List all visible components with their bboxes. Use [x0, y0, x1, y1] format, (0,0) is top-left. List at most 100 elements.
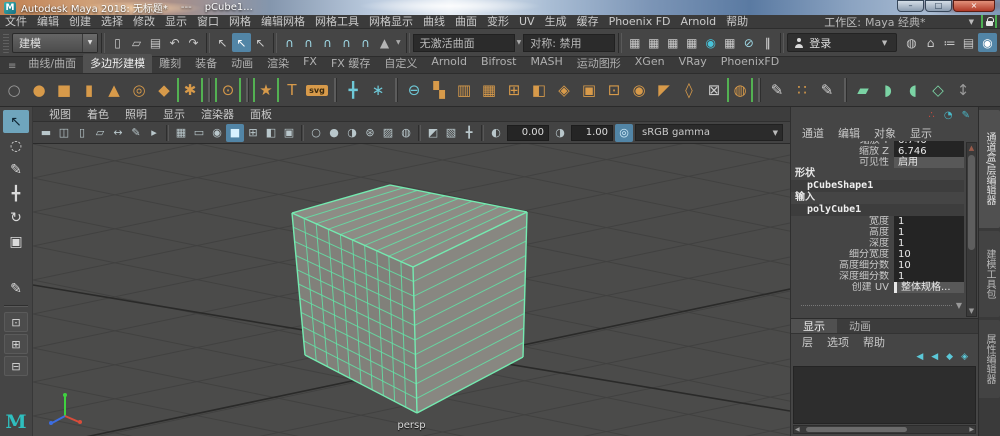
- menu-set-dropdown[interactable]: 建模 ▼: [12, 32, 98, 53]
- combine-icon[interactable]: ▥: [452, 77, 476, 103]
- channel-menu-item-2[interactable]: 对象: [867, 125, 903, 141]
- layer-move-down-icon[interactable]: ◀: [931, 352, 938, 362]
- layer-list-scrollbar[interactable]: ◀ ▶: [793, 425, 976, 434]
- channel-value[interactable]: 10: [894, 249, 964, 260]
- menu-item-19[interactable]: 帮助: [721, 15, 753, 28]
- poly-plane-icon[interactable]: ◆: [152, 77, 176, 103]
- exposure-icon[interactable]: ◐: [487, 124, 505, 142]
- poly-cylinder-icon[interactable]: ▮: [77, 77, 101, 103]
- 2d-pan-zoom-icon[interactable]: ↔: [109, 124, 127, 142]
- layer-menu-item-0[interactable]: 层: [795, 334, 820, 350]
- poly-platonic-icon[interactable]: ⊙: [215, 78, 241, 102]
- panel-menu-item-1[interactable]: 着色: [79, 106, 117, 122]
- channel-menu-item-3[interactable]: 显示: [903, 125, 939, 141]
- expression-editor-icon[interactable]: ✎: [962, 111, 970, 121]
- scroll-left-icon[interactable]: ◀: [795, 426, 800, 434]
- poly-cube-icon[interactable]: ■: [52, 77, 76, 103]
- side-tab-1[interactable]: 建模工具包: [979, 231, 1000, 317]
- grid-icon[interactable]: ▦: [172, 124, 190, 142]
- side-tab-2[interactable]: 属性编辑器: [979, 320, 1000, 398]
- symmetry-field[interactable]: 对称: 禁用: [523, 33, 616, 52]
- menu-item-0[interactable]: 文件: [0, 15, 32, 28]
- film-gate-icon[interactable]: ▭: [190, 124, 208, 142]
- channel-value[interactable]: 1: [894, 216, 964, 227]
- channel-box-toggle-icon[interactable]: ◉: [978, 33, 997, 52]
- render-frame-icon[interactable]: ▦: [644, 33, 663, 52]
- grease-pencil-icon[interactable]: ✎: [127, 124, 145, 142]
- resolution-gate-icon[interactable]: ◉: [208, 124, 226, 142]
- sculpt-sphere-icon[interactable]: ◍: [727, 78, 753, 102]
- rotate-tool[interactable]: ↻: [3, 206, 29, 229]
- camera-attributes-icon[interactable]: ◫: [55, 124, 73, 142]
- snap-to-view-plane-icon[interactable]: ∩: [356, 33, 375, 52]
- menu-item-11[interactable]: 曲线: [418, 15, 450, 28]
- snap-to-projected-center-icon[interactable]: ∩: [337, 33, 356, 52]
- select-by-component-icon[interactable]: ↖: [251, 33, 270, 52]
- layout-single-pane-button[interactable]: ⊡: [4, 312, 28, 332]
- svg-icon[interactable]: svg: [305, 77, 329, 103]
- active-surface-field[interactable]: 无激活曲面: [412, 33, 515, 52]
- layer-move-up-icon[interactable]: ◀: [916, 352, 923, 362]
- camera-gate-icon[interactable]: ▸: [145, 124, 163, 142]
- ao-icon[interactable]: ◍: [397, 124, 415, 142]
- bridge-icon[interactable]: ▣: [577, 77, 601, 103]
- layout-split-pane-button[interactable]: ⊟: [4, 356, 28, 376]
- channel-value[interactable]: 1: [894, 227, 964, 238]
- select-by-hierarchy-icon[interactable]: ↖: [213, 33, 232, 52]
- anim-curve-icon[interactable]: ◔: [944, 111, 953, 121]
- panel-menu-item-3[interactable]: 显示: [155, 106, 193, 122]
- sweep-mesh-icon[interactable]: ⊖: [402, 77, 426, 103]
- chevron-down-icon[interactable]: ▼: [515, 39, 524, 46]
- menu-item-3[interactable]: 选择: [96, 15, 128, 28]
- paint-select-tool[interactable]: ✎: [3, 158, 29, 181]
- mirror-icon[interactable]: ⊠: [702, 77, 726, 103]
- select-camera-icon[interactable]: ▬: [37, 124, 55, 142]
- channel-label[interactable]: 深度: [791, 238, 894, 249]
- channel-node-name[interactable]: pCubeShape1: [791, 180, 964, 192]
- channel-label[interactable]: 高度细分数: [791, 260, 894, 271]
- shelf-tab-2[interactable]: 雕刻: [152, 54, 188, 73]
- shelf-tab-6[interactable]: FX: [296, 54, 324, 73]
- construction-pivot-icon[interactable]: ╋: [341, 77, 365, 103]
- poly-sphere-icon[interactable]: ●: [27, 77, 51, 103]
- tool-settings-toggle-icon[interactable]: ≔: [940, 33, 959, 52]
- snap-to-curve-icon[interactable]: ∩: [299, 33, 318, 52]
- menu-item-4[interactable]: 修改: [128, 15, 160, 28]
- render-view-icon[interactable]: ▦: [625, 33, 644, 52]
- scrollbar-thumb[interactable]: [806, 427, 908, 432]
- target-weld-icon[interactable]: ◤: [652, 77, 676, 103]
- expand-arrow-icon[interactable]: ▼: [956, 301, 962, 310]
- move-tool[interactable]: ╋: [3, 182, 29, 205]
- shelf-tab-1[interactable]: 多边形建模: [83, 54, 153, 73]
- shelf-tab-13[interactable]: XGen: [628, 54, 672, 73]
- render-settings-icon[interactable]: ◉: [701, 33, 720, 52]
- shelf-tab-5[interactable]: 渲染: [260, 54, 296, 73]
- snap-to-grid-icon[interactable]: ∩: [280, 33, 299, 52]
- channel-label[interactable]: 可见性: [791, 157, 894, 168]
- scroll-down-icon[interactable]: ▼: [967, 307, 976, 315]
- safe-title-icon[interactable]: ▣: [280, 124, 298, 142]
- bookmark-icon[interactable]: ▯: [73, 124, 91, 142]
- channel-label[interactable]: 宽度: [791, 216, 894, 227]
- panel-menu-item-4[interactable]: 渲染器: [193, 106, 242, 122]
- shelf-tab-14[interactable]: VRay: [672, 54, 714, 73]
- extrude-icon[interactable]: ◧: [527, 77, 551, 103]
- layer-menu-item-1[interactable]: 选项: [820, 334, 856, 350]
- channel-value[interactable]: 1: [894, 271, 964, 282]
- last-tool[interactable]: ✎: [3, 277, 29, 300]
- ipr-render-icon[interactable]: ▦: [663, 33, 682, 52]
- pause-viewport-icon[interactable]: ∥: [758, 33, 777, 52]
- layer-menu-item-2[interactable]: 帮助: [856, 334, 892, 350]
- shelf-tab-7[interactable]: FX 缓存: [324, 54, 377, 73]
- multi-cut-icon[interactable]: ◉: [627, 77, 651, 103]
- menu-item-9[interactable]: 网格工具: [310, 15, 364, 28]
- workspace-lock-icon[interactable]: [981, 15, 997, 28]
- input-connections-icon[interactable]: ∴: [929, 111, 935, 121]
- shelf-tab-0[interactable]: 曲线/曲面: [21, 54, 83, 73]
- panel-menu-item-5[interactable]: 面板: [242, 106, 280, 122]
- fill-hole-icon[interactable]: ⊡: [602, 77, 626, 103]
- shaded-display-icon[interactable]: ■: [226, 123, 244, 142]
- scroll-up-icon[interactable]: ▲: [967, 144, 976, 152]
- wireframe-icon[interactable]: ○: [307, 124, 325, 142]
- camera-name-label[interactable]: persp: [397, 420, 425, 431]
